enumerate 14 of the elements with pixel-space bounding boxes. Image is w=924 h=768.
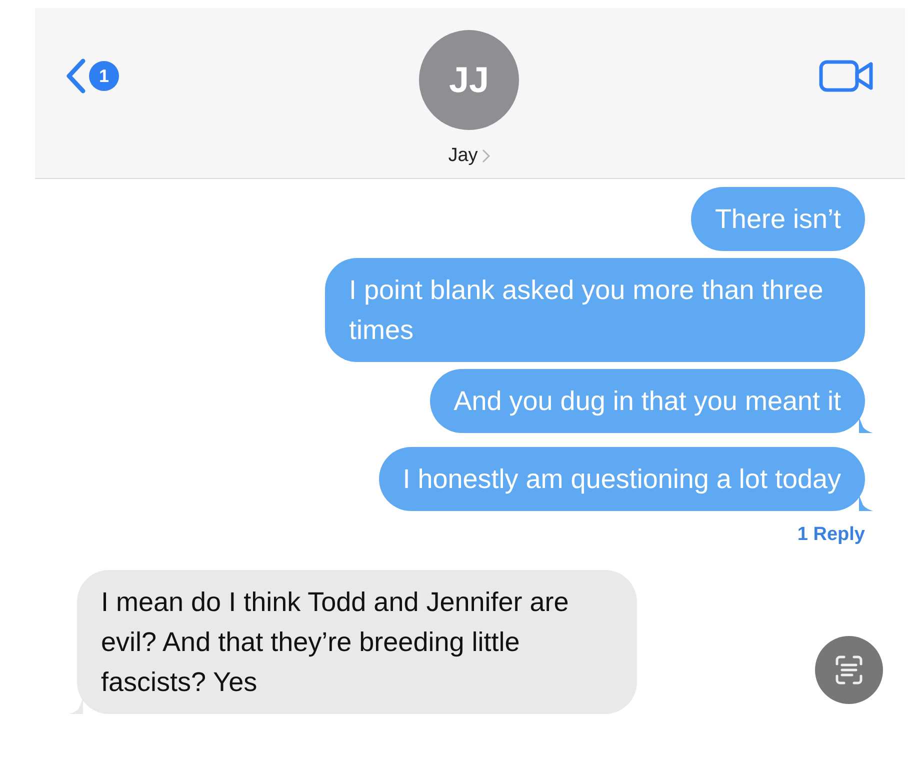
chevron-left-icon xyxy=(65,58,87,94)
back-button[interactable]: 1 xyxy=(65,58,119,94)
message-bubble: I point blank asked you more than three times xyxy=(325,258,865,362)
message-bubble: I mean do I think Todd and Jennifer are evil? And that they’re breeding little fascists? Yes xyxy=(77,570,637,714)
message-bubble: And you dug in that you meant it xyxy=(430,369,865,433)
contact-name-button[interactable]: Jay xyxy=(448,142,490,170)
video-camera-icon[interactable] xyxy=(819,58,875,94)
text-scan-icon[interactable] xyxy=(815,636,883,704)
message-bubble: There isn’t xyxy=(690,187,865,251)
reply-count-link[interactable]: 1 Reply xyxy=(797,521,865,550)
unread-badge: 1 xyxy=(89,61,119,91)
chevron-right-icon xyxy=(482,149,490,164)
message-bubble: I honestly am questioning a lot today xyxy=(378,447,865,511)
contact-avatar[interactable]: JJ xyxy=(419,30,519,130)
